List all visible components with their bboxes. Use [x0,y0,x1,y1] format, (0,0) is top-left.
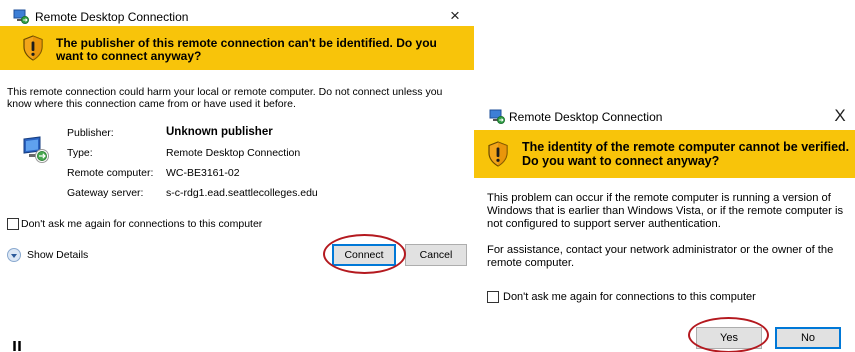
type-value: Remote Desktop Connection [166,147,301,159]
assistance-message: For assistance, contact your network adm… [487,244,834,269]
show-details-link[interactable]: Show Details [27,249,88,261]
connect-button[interactable]: Connect [332,244,396,266]
banner-message: The publisher of this remote connection … [56,36,437,63]
remote-computer-value: WC-BE3161-02 [166,167,240,179]
dialog-title: Remote Desktop Connection [509,110,663,124]
chevron-down-icon[interactable] [7,248,21,262]
dialog-identity-unverified: Remote Desktop Connection X The identity… [474,100,855,352]
gateway-server-label: Gateway server: [67,187,144,199]
remote-computer-label: Remote computer: [67,167,154,179]
gateway-server-value: s-c-rdg1.ead.seattlecolleges.edu [166,187,318,199]
warning-banner: The publisher of this remote connection … [0,26,474,70]
dont-ask-again-label[interactable]: Don't ask me again for connections to th… [503,291,756,303]
yes-button[interactable]: Yes [696,327,762,349]
type-label: Type: [67,147,93,159]
title-bar[interactable]: Remote Desktop Connection X [474,100,855,132]
close-icon[interactable]: X [829,105,851,127]
no-button[interactable]: No [775,327,841,349]
remote-connection-icon [23,136,49,163]
dont-ask-again-checkbox[interactable] [7,218,19,230]
problem-message: This problem can occur if the remote com… [487,192,844,230]
publisher-value: Unknown publisher [166,126,273,138]
close-icon[interactable]: × [444,5,466,27]
warning-shield-icon [23,35,43,61]
dont-ask-again-checkbox[interactable] [487,291,499,303]
remote-desktop-app-icon [489,109,505,124]
dialog-title: Remote Desktop Connection [35,10,189,24]
cropped-text-fragment: ıı [12,335,23,352]
warning-message: This remote connection could harm your l… [7,86,443,110]
warning-banner: The identity of the remote computer cann… [474,130,855,178]
remote-desktop-app-icon [13,9,29,24]
dont-ask-again-label[interactable]: Don't ask me again for connections to th… [21,218,262,230]
publisher-label: Publisher: [67,127,114,139]
banner-message: The identity of the remote computer cann… [522,140,850,168]
dialog-publisher-unknown: Remote Desktop Connection × The publishe… [0,0,474,274]
cancel-button[interactable]: Cancel [405,244,467,266]
warning-shield-icon [488,141,508,167]
